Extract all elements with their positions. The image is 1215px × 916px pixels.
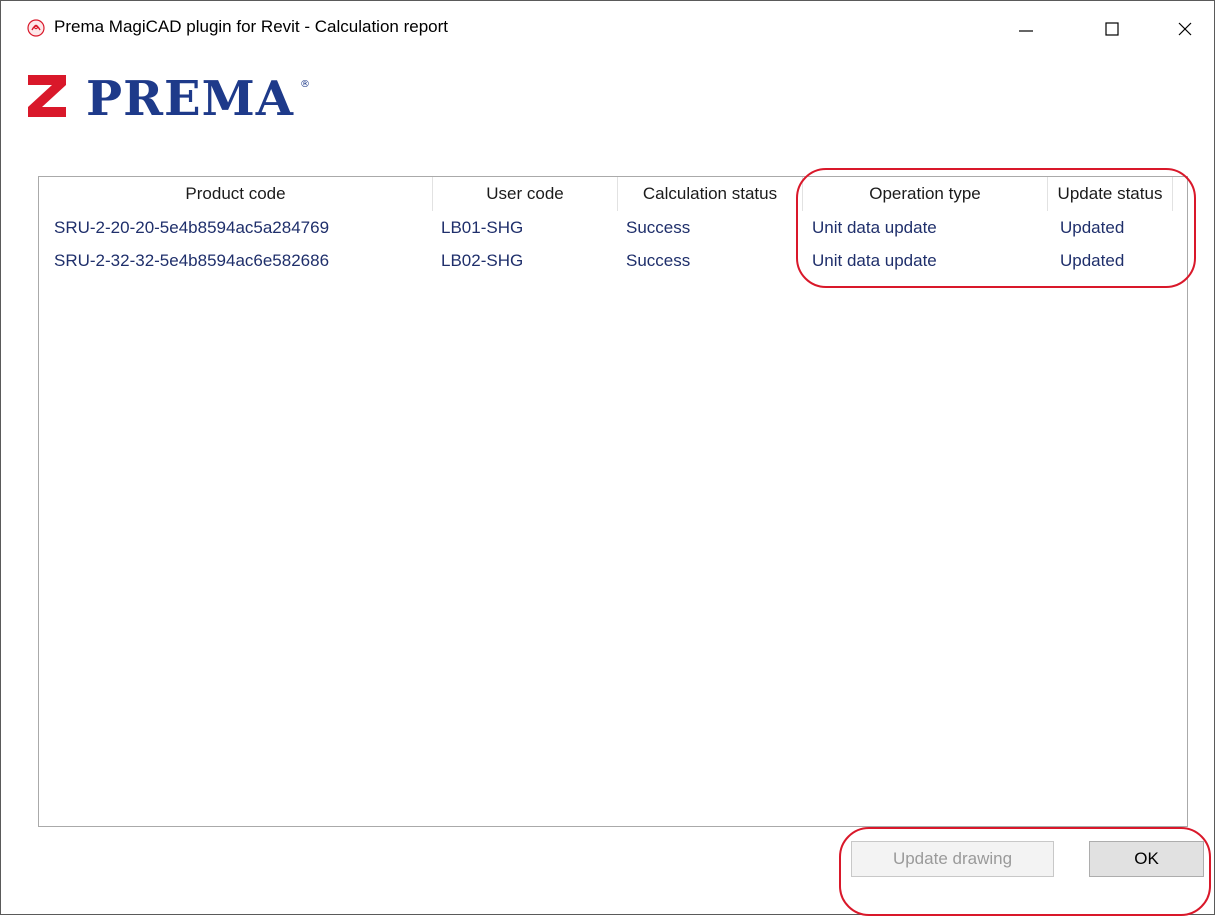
- close-button[interactable]: [1155, 7, 1215, 51]
- list-header: Product code User code Calculation statu…: [39, 177, 1187, 211]
- maximize-icon: [1105, 22, 1119, 36]
- column-header-update-status[interactable]: Update status: [1048, 177, 1173, 211]
- logo-wordmark: PREMA: [86, 71, 294, 121]
- column-header-calculation-status[interactable]: Calculation status: [618, 177, 803, 211]
- cell-calculation-status: Success: [626, 218, 691, 237]
- cell-product-code: SRU-2-32-32-5e4b8594ac6e582686: [54, 251, 330, 270]
- minimize-button[interactable]: [996, 7, 1056, 51]
- calculation-report-window: Prema MagiCAD plugin for Revit - Calcula…: [0, 0, 1215, 916]
- column-header-user-code[interactable]: User code: [433, 177, 618, 211]
- title-bar[interactable]: Prema MagiCAD plugin for Revit - Calcula…: [1, 1, 1214, 59]
- cell-user-code: LB01-SHG: [441, 218, 524, 237]
- cell-update-status: Updated: [1060, 251, 1125, 270]
- cell-calculation-status: Success: [626, 251, 691, 270]
- cell-operation-type: Unit data update: [812, 218, 937, 237]
- calculation-results-list[interactable]: Product code User code Calculation statu…: [38, 176, 1188, 827]
- close-icon: [1178, 22, 1192, 36]
- minimize-icon: [1019, 30, 1033, 32]
- cell-user-code: LB02-SHG: [441, 251, 524, 270]
- cell-product-code: SRU-2-20-20-5e4b8594ac5a284769: [54, 218, 330, 237]
- ok-button[interactable]: OK: [1089, 841, 1204, 877]
- column-header-operation-type[interactable]: Operation type: [803, 177, 1048, 211]
- cell-update-status: Updated: [1060, 218, 1125, 237]
- window-title: Prema MagiCAD plugin for Revit - Calcula…: [54, 17, 448, 36]
- maximize-button[interactable]: [1082, 7, 1142, 51]
- cell-operation-type: Unit data update: [812, 251, 937, 270]
- prema-logo: PREMA ®: [28, 71, 310, 121]
- logo-registered-mark: ®: [300, 79, 310, 90]
- column-header-product-code[interactable]: Product code: [39, 177, 433, 211]
- update-drawing-button[interactable]: Update drawing: [851, 841, 1054, 877]
- table-row[interactable]: SRU-2-32-32-5e4b8594ac6e582686 LB02-SHG …: [39, 244, 1187, 277]
- table-row[interactable]: SRU-2-20-20-5e4b8594ac5a284769 LB01-SHG …: [39, 211, 1187, 244]
- prema-app-icon: [27, 19, 45, 37]
